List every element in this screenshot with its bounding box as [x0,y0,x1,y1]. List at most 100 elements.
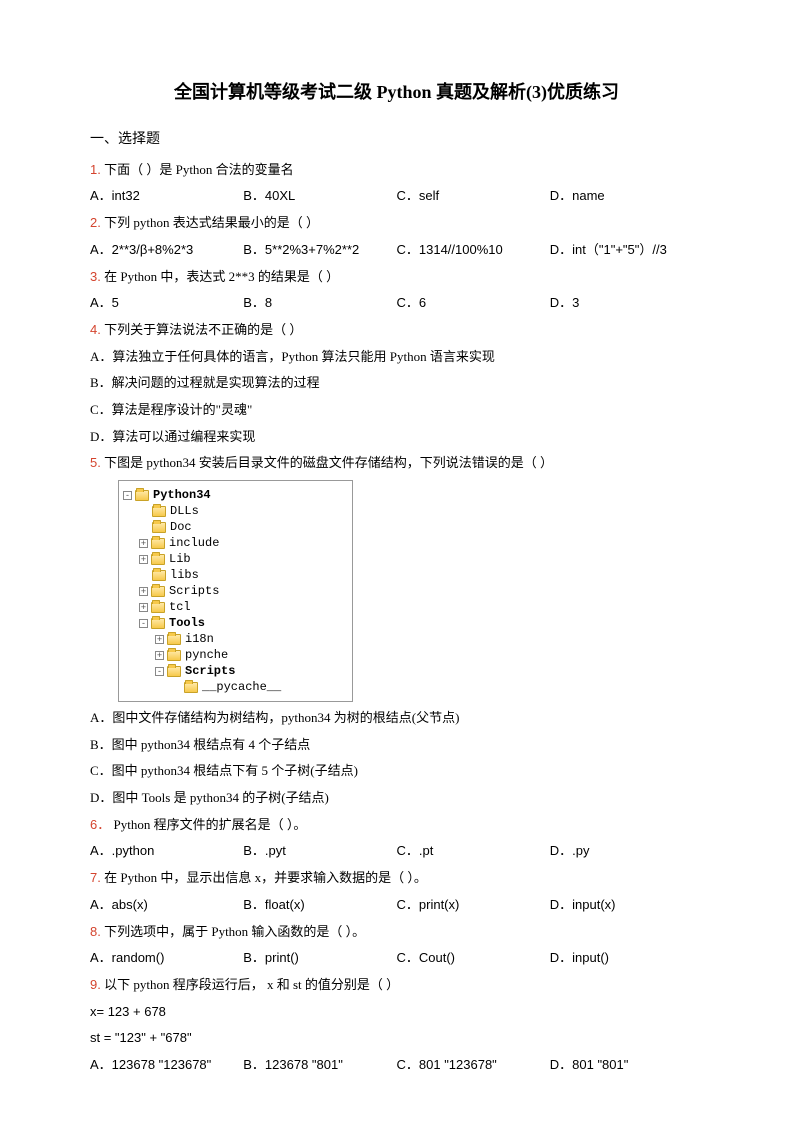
q6-opt-a: A．.python [90,839,243,864]
tree-item: + tcl [123,599,348,615]
tree-label: Lib [169,551,191,567]
q8-opt-b: B．print() [243,946,396,971]
q5-opt-d: D．图中 Tools 是 python34 的子树(子结点) [90,786,703,811]
tree-item: + include [123,535,348,551]
q9-code-2: st = "123" + "678" [90,1026,703,1051]
q7-options: A．abs(x) B．float(x) C．print(x) D．input(x… [90,893,703,918]
tree-label: Scripts [185,663,235,679]
tree-item: __pycache__ [123,679,348,695]
question-8: 8. 下列选项中，属于 Python 输入函数的是（ ）。 [90,920,703,945]
question-1: 1. 下面（ ）是 Python 合法的变量名 [90,158,703,183]
folder-icon [151,554,165,565]
q2-opt-d: D．int（"1"+"5"）//3 [550,238,703,263]
q9-code-1: x= 123 + 678 [90,1000,703,1025]
q8-num: 8. [90,924,101,939]
q4-opt-d: D．算法可以通过编程来实现 [90,425,703,450]
tree-item: -Tools [123,615,348,631]
q1-opt-d: D．name [550,184,703,209]
q9-options: A．123678 "123678" B．123678 "801" C．801 "… [90,1053,703,1078]
q3-opt-b: B．8 [243,291,396,316]
folder-icon [151,586,165,597]
q7-num: 7. [90,870,101,885]
tree-label: include [169,535,219,551]
question-9: 9. 以下 python 程序段运行后， x 和 st 的值分别是（ ） [90,973,703,998]
tree-item: DLLs [123,503,348,519]
q9-opt-d: D．801 "801" [550,1053,703,1078]
tree-item: +Lib [123,551,348,567]
page-title: 全国计算机等级考试二级 Python 真题及解析(3)优质练习 [90,75,703,109]
tree-item: + pynche [123,647,348,663]
q9-text: 以下 python 程序段运行后， x 和 st 的值分别是（ ） [104,977,399,992]
q7-text: 在 Python 中，显示出信息 x，并要求输入数据的是（ ）。 [104,870,427,885]
q8-opt-c: C．Cout() [397,946,550,971]
q6-options: A．.python B．.pyt C．.pt D．.py [90,839,703,864]
folder-icon [184,682,198,693]
q1-text: 下面（ ）是 Python 合法的变量名 [104,162,294,177]
q7-opt-b: B．float(x) [243,893,396,918]
folder-icon [151,618,165,629]
q3-num: 3. [90,269,101,284]
q1-opt-b: B．40XL [243,184,396,209]
folder-icon [167,650,181,661]
q8-opt-d: D．input() [550,946,703,971]
expand-icon: + [155,651,164,660]
q7-opt-a: A．abs(x) [90,893,243,918]
q9-opt-c: C．801 "123678" [397,1053,550,1078]
q8-text: 下列选项中，属于 Python 输入函数的是（ ）。 [104,924,365,939]
q8-options: A．random() B．print() C．Cout() D．input() [90,946,703,971]
folder-icon [167,634,181,645]
q5-opt-c: C．图中 python34 根结点下有 5 个子树(子结点) [90,759,703,784]
folder-icon [135,490,149,501]
question-2: 2. 下列 python 表达式结果最小的是（ ） [90,211,703,236]
tree-label: DLLs [170,503,199,519]
tree-label: libs [170,567,199,583]
tree-item: + i18n [123,631,348,647]
q1-options: A．int32 B．40XL C．self D．name [90,184,703,209]
expand-icon: + [139,587,148,596]
expand-icon: + [139,539,148,548]
q4-opt-c: C．算法是程序设计的"灵魂" [90,398,703,423]
q7-opt-c: C．print(x) [397,893,550,918]
q2-opt-c: C．1314//100%10 [397,238,550,263]
q2-text: 下列 python 表达式结果最小的是（ ） [104,215,319,230]
tree-item: Doc [123,519,348,535]
q2-num: 2. [90,215,101,230]
q6-text: Python 程序文件的扩展名是（ ）。 [113,817,306,832]
q1-opt-a: A．int32 [90,184,243,209]
folder-icon [152,522,166,533]
tree-label: pynche [185,647,228,663]
tree-label: Doc [170,519,192,535]
folder-tree: -Python34 DLLs Doc +include +Lib libs +S… [118,480,353,702]
q7-opt-d: D．input(x) [550,893,703,918]
folder-icon [152,506,166,517]
q4-num: 4. [90,322,101,337]
question-6: 6． Python 程序文件的扩展名是（ ）。 [90,813,703,838]
q6-num: 6． [90,817,110,832]
tree-item: libs [123,567,348,583]
expand-icon: + [155,635,164,644]
collapse-icon: - [123,491,132,500]
q5-opt-a: A．图中文件存储结构为树结构，python34 为树的根结点(父节点) [90,706,703,731]
expand-icon: + [139,603,148,612]
tree-label: Tools [169,615,205,631]
q9-num: 9. [90,977,101,992]
tree-label: Scripts [169,583,219,599]
question-4: 4. 下列关于算法说法不正确的是（ ） [90,318,703,343]
q1-num: 1. [90,162,101,177]
q6-opt-b: B．.pyt [243,839,396,864]
q4-text: 下列关于算法说法不正确的是（ ） [104,322,302,337]
q5-opt-b: B．图中 python34 根结点有 4 个子结点 [90,733,703,758]
q2-options: A．2**3/β+8%2*3 B．5**2%3+7%2**2 C．1314//1… [90,238,703,263]
folder-icon [151,602,165,613]
q2-opt-a: A．2**3/β+8%2*3 [90,238,243,263]
tree-label: tcl [169,599,191,615]
q3-opt-d: D．3 [550,291,703,316]
tree-label: i18n [185,631,214,647]
q1-opt-c: C．self [397,184,550,209]
question-5: 5. 下图是 python34 安装后目录文件的磁盘文件存储结构，下列说法错误的… [90,451,703,476]
q6-opt-c: C．.pt [397,839,550,864]
q9-opt-a: A．123678 "123678" [90,1053,243,1078]
q8-opt-a: A．random() [90,946,243,971]
tree-label: Python34 [153,487,211,503]
q9-opt-b: B．123678 "801" [243,1053,396,1078]
